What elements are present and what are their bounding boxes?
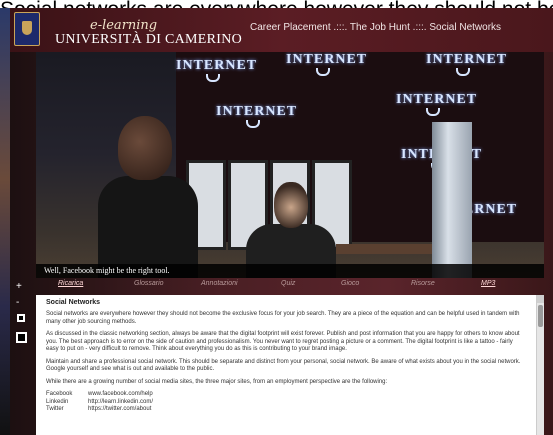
content-panel: Social Networks Social networks are ever… (36, 295, 536, 435)
content-paragraph: As discussed in the classic networking s… (46, 331, 520, 352)
cup-icon (426, 108, 440, 116)
content-paragraph: Social networks are everywhere however t… (46, 311, 520, 325)
content-title: Social Networks (46, 299, 101, 306)
nav-tabs: Ricarica Glossario Annotazioni Quiz Gioc… (36, 280, 544, 294)
internet-poster: INTERNET (426, 52, 507, 76)
site-list: Facebook www.facebook.com/help Linkedin … (46, 391, 526, 414)
video-subtitle: Well, Facebook might be the right tool. (36, 264, 544, 278)
site-link[interactable]: http://learn.linkedin.com/ (88, 399, 526, 407)
window-icon[interactable] (17, 314, 25, 322)
internet-poster: INTERNET (176, 58, 257, 82)
internet-poster: INTERNET (286, 52, 367, 76)
university-crest-icon (14, 12, 40, 46)
site-name: Facebook (46, 391, 73, 397)
tab-annotazioni[interactable]: Annotazioni (201, 280, 238, 287)
video-player[interactable]: INTERNET INTERNET INTERNET INTERNET INTE… (36, 52, 544, 278)
content-paragraph: While there are a growing number of soci… (46, 378, 388, 385)
zoom-in-button[interactable]: + (16, 282, 22, 292)
avatar-man (98, 116, 198, 278)
tab-ricarica[interactable]: Ricarica (58, 280, 83, 287)
site-name: Linkedin (46, 398, 69, 405)
side-controls: + - (10, 278, 36, 348)
internet-poster: INTERNET (216, 104, 297, 128)
site-link[interactable]: https://twitter.com/about (88, 406, 526, 414)
cup-icon (246, 120, 260, 128)
zoom-out-button[interactable]: - (16, 298, 19, 308)
cup-icon (456, 68, 470, 76)
header: e-learning UNIVERSITÀ DI CAMERINO Career… (10, 8, 553, 52)
left-desktop-strip (0, 8, 10, 435)
breadcrumb: Career Placement .:::. The Job Hunt .:::… (250, 22, 502, 33)
cup-icon (316, 68, 330, 76)
scroll-up-arrow-icon[interactable] (537, 295, 544, 303)
tab-mp3[interactable]: MP3 (481, 280, 495, 287)
cup-icon (206, 74, 220, 82)
tab-risorse[interactable]: Risorse (411, 280, 435, 287)
site-link[interactable]: www.facebook.com/help (88, 391, 526, 399)
brand-script: e-learning (90, 18, 158, 33)
tab-glossario[interactable]: Glossario (134, 280, 164, 287)
tab-quiz[interactable]: Quiz (281, 280, 295, 287)
brand-name: UNIVERSITÀ DI CAMERINO (55, 32, 243, 47)
site-name: Twitter (46, 406, 64, 412)
fullscreen-icon[interactable] (16, 332, 27, 343)
internet-poster: INTERNET (396, 92, 477, 116)
tab-gioco[interactable]: Gioco (341, 280, 359, 287)
content-paragraph: Maintain and share a professional social… (46, 358, 521, 373)
server-tower (432, 122, 472, 278)
content-scrollbar[interactable] (536, 295, 544, 435)
scroll-thumb[interactable] (538, 305, 543, 327)
